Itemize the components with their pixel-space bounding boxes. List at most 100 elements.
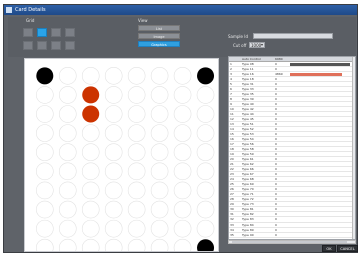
well-empty[interactable] xyxy=(35,124,54,142)
well-empty[interactable] xyxy=(173,124,192,142)
table-row[interactable]: 35 Type 90 0 xyxy=(229,233,355,238)
well-empty[interactable] xyxy=(173,162,192,181)
well-empty[interactable] xyxy=(35,105,54,123)
well-empty[interactable] xyxy=(81,200,100,219)
well-empty[interactable] xyxy=(81,162,100,181)
grid-button-1[interactable] xyxy=(23,28,33,37)
well-empty[interactable] xyxy=(127,200,146,219)
sample-id-field[interactable] xyxy=(253,33,333,39)
well-empty[interactable] xyxy=(35,219,54,238)
well-empty[interactable] xyxy=(104,86,123,104)
well-empty[interactable] xyxy=(104,162,123,181)
well-empty[interactable] xyxy=(196,219,215,238)
well-empty[interactable] xyxy=(35,143,54,162)
grid-button-2[interactable] xyxy=(37,28,47,37)
well-empty[interactable] xyxy=(150,67,169,85)
well-black[interactable] xyxy=(197,239,215,251)
well-empty[interactable] xyxy=(173,105,192,123)
well-empty[interactable] xyxy=(150,181,169,200)
well-empty[interactable] xyxy=(81,67,100,85)
well-empty[interactable] xyxy=(173,143,192,162)
well-empty[interactable] xyxy=(81,143,100,162)
well-empty[interactable] xyxy=(173,86,192,104)
grid-button-7[interactable] xyxy=(51,41,61,50)
well-empty[interactable] xyxy=(58,143,77,162)
well-black[interactable] xyxy=(197,67,215,85)
well-empty[interactable] xyxy=(35,181,54,200)
well-empty[interactable] xyxy=(196,181,215,200)
well-empty[interactable] xyxy=(35,238,54,251)
cancel-button[interactable]: CANCEL xyxy=(337,245,358,252)
well-empty[interactable] xyxy=(150,219,169,238)
well-empty[interactable] xyxy=(104,200,123,219)
well-empty[interactable] xyxy=(173,200,192,219)
grid-button-8[interactable] xyxy=(65,41,75,50)
well-empty[interactable] xyxy=(150,86,169,104)
grid-button-5[interactable] xyxy=(23,41,33,50)
well-empty[interactable] xyxy=(81,181,100,200)
well-empty[interactable] xyxy=(196,124,215,142)
well-empty[interactable] xyxy=(58,67,77,85)
well-empty[interactable] xyxy=(196,105,215,123)
well-empty[interactable] xyxy=(104,181,123,200)
well-empty[interactable] xyxy=(104,143,123,162)
well-empty[interactable] xyxy=(58,105,77,123)
well-empty[interactable] xyxy=(173,238,192,251)
well-empty[interactable] xyxy=(173,181,192,200)
well-empty[interactable] xyxy=(58,219,77,238)
well-empty[interactable] xyxy=(35,86,54,104)
well-empty[interactable] xyxy=(150,238,169,251)
well-empty[interactable] xyxy=(127,162,146,181)
well-empty[interactable] xyxy=(104,238,123,251)
view-list-button[interactable]: List xyxy=(138,25,180,31)
well-empty[interactable] xyxy=(81,238,100,251)
well-empty[interactable] xyxy=(173,219,192,238)
well-empty[interactable] xyxy=(81,219,100,238)
well-empty[interactable] xyxy=(127,124,146,142)
well-empty[interactable] xyxy=(127,181,146,200)
well-empty[interactable] xyxy=(127,143,146,162)
well-empty[interactable] xyxy=(58,124,77,142)
well-red[interactable] xyxy=(82,105,100,123)
cut-off-select[interactable]: 1000 xyxy=(249,42,265,48)
view-graphics-button[interactable]: Graphics xyxy=(138,41,180,47)
well-empty[interactable] xyxy=(150,162,169,181)
well-empty[interactable] xyxy=(127,67,146,85)
well-empty[interactable] xyxy=(127,238,146,251)
grid-button-4[interactable] xyxy=(65,28,75,37)
view-image-button[interactable]: Image xyxy=(138,33,180,39)
grid-button-3[interactable] xyxy=(51,28,61,37)
well-empty[interactable] xyxy=(150,143,169,162)
well-empty[interactable] xyxy=(58,162,77,181)
well-empty[interactable] xyxy=(104,219,123,238)
well-empty[interactable] xyxy=(196,200,215,219)
well-empty[interactable] xyxy=(196,143,215,162)
header-col-bar[interactable] xyxy=(289,57,355,61)
well-empty[interactable] xyxy=(58,200,77,219)
well-empty[interactable] xyxy=(150,124,169,142)
well-black[interactable] xyxy=(36,67,54,85)
title-bar[interactable]: Card Details xyxy=(4,5,357,15)
well-empty[interactable] xyxy=(104,105,123,123)
header-col-value[interactable]: 6980 xyxy=(274,57,289,61)
well-red[interactable] xyxy=(82,86,100,104)
well-empty[interactable] xyxy=(104,124,123,142)
scroll-thumb[interactable] xyxy=(232,241,347,243)
well-empty[interactable] xyxy=(58,86,77,104)
header-col-type[interactable]: Auto Control xyxy=(241,57,274,61)
horizontal-scrollbar[interactable] xyxy=(228,240,356,244)
well-empty[interactable] xyxy=(35,162,54,181)
well-empty[interactable] xyxy=(58,238,77,251)
well-empty[interactable] xyxy=(173,67,192,85)
vertical-scrollbar[interactable] xyxy=(352,57,355,239)
well-empty[interactable] xyxy=(196,162,215,181)
well-empty[interactable] xyxy=(150,200,169,219)
well-empty[interactable] xyxy=(35,200,54,219)
well-empty[interactable] xyxy=(127,219,146,238)
well-empty[interactable] xyxy=(127,105,146,123)
well-empty[interactable] xyxy=(196,86,215,104)
well-empty[interactable] xyxy=(150,105,169,123)
grid-button-6[interactable] xyxy=(37,41,47,50)
well-empty[interactable] xyxy=(58,181,77,200)
ok-button[interactable]: OK xyxy=(322,245,336,252)
